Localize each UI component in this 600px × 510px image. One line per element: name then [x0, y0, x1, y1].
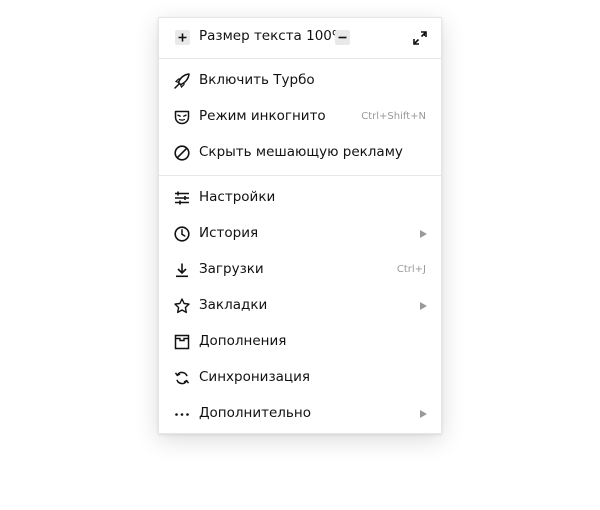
menu-item-label: Закладки [199, 297, 268, 313]
zoom-decrease-button[interactable] [335, 30, 350, 45]
menu-item-history[interactable]: История [159, 216, 441, 252]
menu-item-extensions[interactable]: Дополнения [159, 324, 441, 360]
menu-item-label: Дополнительно [199, 405, 311, 421]
menu-item-settings[interactable]: Настройки [159, 180, 441, 216]
extensions-icon [173, 333, 191, 351]
text-zoom-row: Размер текста 100% [159, 18, 441, 58]
submenu-arrow-icon [420, 302, 427, 310]
zoom-increase-button[interactable] [175, 30, 190, 45]
menu-item-incognito[interactable]: Режим инкогнито Ctrl+Shift+N [159, 99, 441, 135]
text-zoom-label: Размер текста 100% [199, 28, 345, 44]
sliders-icon [173, 189, 191, 207]
keyboard-shortcut: Ctrl+J [396, 264, 426, 275]
star-icon [173, 297, 191, 315]
menu-separator [159, 175, 441, 176]
incognito-mask-icon [173, 108, 191, 126]
fullscreen-button[interactable] [412, 30, 428, 46]
more-dots-icon [173, 405, 191, 423]
menu-item-sync[interactable]: Синхронизация [159, 360, 441, 396]
menu-item-label: История [199, 225, 259, 241]
menu-item-more[interactable]: Дополнительно [159, 396, 441, 432]
rocket-icon [173, 72, 191, 90]
keyboard-shortcut: Ctrl+Shift+N [361, 111, 426, 122]
block-icon [173, 144, 191, 162]
minus-icon [338, 36, 347, 39]
clock-icon [173, 225, 191, 243]
menu-item-label: Настройки [199, 189, 276, 205]
browser-main-menu: Размер текста 100% Включить Турбо Режим … [158, 17, 442, 434]
menu-separator [159, 58, 441, 59]
menu-item-block-ads[interactable]: Скрыть мешающую рекламу [159, 135, 441, 171]
menu-item-label: Скрыть мешающую рекламу [199, 144, 403, 160]
submenu-arrow-icon [420, 230, 427, 238]
plus-icon [178, 33, 187, 42]
menu-item-label: Включить Турбо [199, 72, 315, 88]
menu-item-label: Загрузки [199, 261, 264, 277]
menu-item-bookmarks[interactable]: Закладки [159, 288, 441, 324]
download-icon [173, 261, 191, 279]
menu-item-downloads[interactable]: Загрузки Ctrl+J [159, 252, 441, 288]
fullscreen-icon [413, 31, 427, 45]
submenu-arrow-icon [420, 410, 427, 418]
menu-item-label: Синхронизация [199, 369, 310, 385]
menu-item-turbo[interactable]: Включить Турбо [159, 63, 441, 99]
menu-item-label: Дополнения [199, 333, 287, 349]
sync-icon [173, 369, 191, 387]
menu-item-label: Режим инкогнито [199, 108, 326, 124]
